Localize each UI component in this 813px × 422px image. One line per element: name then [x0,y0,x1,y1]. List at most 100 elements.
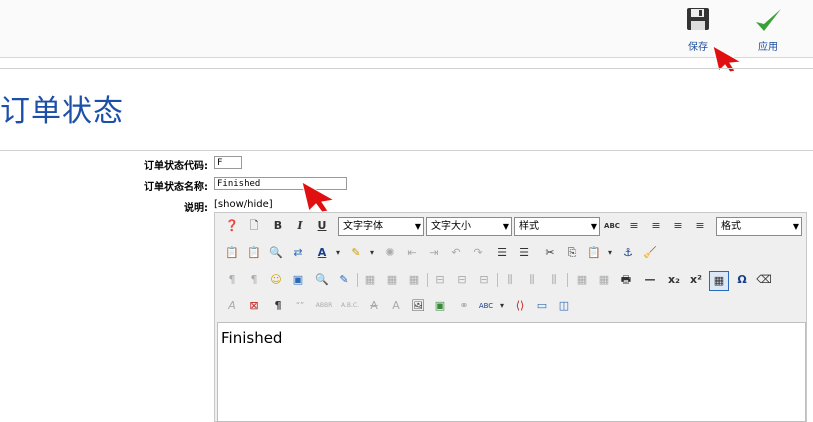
ins-icon[interactable]: A [387,297,405,315]
font-size-select[interactable]: 文字大小 ▼ [426,217,512,236]
outdent-icon[interactable]: ⇤ [403,244,421,262]
chevron-down-icon[interactable]: ▾ [601,244,619,262]
rich-text-editor: ❓ 🗋 B I U 文字字体 ▼ 文字大小 ▼ 样式 ▼ ABC ≡ ≡ ≡ ≡ 格式… [214,212,807,422]
separator [497,273,498,287]
align-justify-icon[interactable]: ≡ [691,217,709,235]
style-select[interactable]: 样式 ▼ [514,217,600,236]
divider [0,68,813,69]
chevron-down-icon: ▼ [792,222,799,231]
chevron-down-icon: ▼ [502,222,509,231]
indent-icon[interactable]: ⇥ [425,244,443,262]
insert-row-before-icon[interactable]: ⊟ [431,271,449,289]
anchor-icon[interactable]: ⚓ [619,244,637,262]
delete-col-icon[interactable]: ⫼ [545,271,563,289]
style-value: 样式 [519,221,539,232]
styles-icon[interactable]: A [223,297,241,315]
underline-icon[interactable]: U [313,217,331,235]
ordered-list-icon[interactable]: ☰ [493,244,511,262]
replace-icon[interactable]: ⇄ [289,244,307,262]
abbr-icon[interactable]: ABBR [315,297,333,315]
print-icon[interactable]: 🖶 [617,271,635,289]
top-toolbar: 保存 应用 [0,0,813,72]
edit-icon[interactable]: ✎ [335,271,353,289]
undo-icon[interactable]: ↶ [447,244,465,262]
fullscreen-icon[interactable]: ▭ [533,297,551,315]
pilcrow-icon[interactable]: ¶ [269,297,287,315]
delete-row-icon[interactable]: ⊟ [475,271,493,289]
split-cells-icon[interactable]: ▦ [573,271,591,289]
format-select[interactable]: 格式 ▼ [716,217,802,236]
new-document-icon[interactable]: 🗋 [245,217,263,235]
floppy-disk-icon [687,8,709,30]
superscript-icon[interactable]: x² [687,271,705,289]
find-icon[interactable]: 🔍 [267,244,285,262]
align-center-icon[interactable]: ≡ [647,217,665,235]
font-family-select[interactable]: 文字字体 ▼ [338,217,424,236]
remove-format-icon[interactable]: ⊠ [245,297,263,315]
acronym-icon[interactable]: A.B.C. [341,297,359,315]
editor-toolbar-row-2: 📋 📋 🔍 ⇄ A ▾ ✎ ▾ ✺ ⇤ ⇥ ↶ ↷ ☰ ☰ ✂ ⎘ 📋 ▾ ⚓ … [219,242,805,264]
divider [0,150,813,151]
spellcheck-icon[interactable]: ABC [603,217,621,235]
show-hide-link[interactable]: [show/hide] [214,199,273,210]
separator [427,273,428,287]
code-label: 订单状态代码: [144,161,208,172]
paste-text-icon[interactable]: 📋 [223,244,241,262]
separator [357,273,358,287]
chevron-down-icon[interactable]: ▾ [329,244,347,262]
table-icon[interactable]: ▦ [709,271,729,291]
insert-col-after-icon[interactable]: ⫼ [523,271,541,289]
merge-cells-icon[interactable]: ▦ [595,271,613,289]
name-label: 订单状态名称: [144,182,208,193]
chevron-down-icon[interactable]: ▾ [493,297,511,315]
special-char-icon[interactable]: Ω [733,271,751,289]
apply-button[interactable]: 应用 [743,4,793,53]
media-icon[interactable]: ▣ [289,271,307,289]
cut-icon[interactable]: ✂ [541,244,559,262]
image-manager-icon[interactable]: 🖼 [409,297,427,315]
page-title: 订单状态 [0,94,124,129]
clean-format-icon[interactable]: 🧹 [641,244,659,262]
del-icon[interactable]: A [365,297,383,315]
paste-word-icon[interactable]: 📋 [245,244,263,262]
insert-col-before-icon[interactable]: ⫼ [501,271,519,289]
checkmark-icon [756,9,781,31]
italic-icon[interactable]: I [291,217,309,235]
chevron-down-icon[interactable]: ▾ [363,244,381,262]
editor-toolbar-row-3: ¶ ¶ ☺ ▣ 🔍 ✎ ▦ ▦ ▦ ⊟ ⊟ ⊟ ⫼ ⫼ ⫼ ▦ ▦ 🖶 — x₂… [219,269,805,291]
apply-label: 应用 [758,42,778,53]
rtl-icon[interactable]: ¶ [245,271,263,289]
hr-icon[interactable]: ✺ [381,244,399,262]
eraser-icon[interactable]: ⌫ [755,271,773,289]
chevron-down-icon: ▼ [590,222,597,231]
row-props-icon[interactable]: ▦ [405,271,423,289]
copy-icon[interactable]: ⎘ [563,244,581,262]
description-label: 说明: [184,203,208,214]
bullet-list-icon[interactable]: ☰ [515,244,533,262]
ltr-icon[interactable]: ¶ [223,271,241,289]
format-value: 格式 [721,221,741,232]
code-icon[interactable]: ⟨⟩ [511,297,529,315]
help-icon[interactable]: ❓ [223,217,241,235]
bold-icon[interactable]: B [269,217,287,235]
table-props-icon[interactable]: ▦ [361,271,379,289]
link-icon[interactable]: ⚭ [455,297,473,315]
horizontal-rule-icon[interactable]: — [641,271,659,289]
layout-icon[interactable]: ◫ [555,297,573,315]
font-family-value: 文字字体 [343,221,383,232]
code-input[interactable]: F [214,156,242,169]
editor-content-area[interactable]: Finished [217,322,806,422]
chevron-down-icon: ▼ [414,222,421,231]
cell-props-icon[interactable]: ▦ [383,271,401,289]
insert-row-after-icon[interactable]: ⊟ [453,271,471,289]
editor-toolbar-row-1: ❓ 🗋 B I U 文字字体 ▼ 文字大小 ▼ 样式 ▼ ABC ≡ ≡ ≡ ≡ 格式… [219,215,805,237]
subscript-icon[interactable]: x₂ [665,271,683,289]
align-right-icon[interactable]: ≡ [669,217,687,235]
preview-icon[interactable]: 🔍 [313,271,331,289]
image-icon[interactable]: ▣ [431,297,449,315]
emoticon-icon[interactable]: ☺ [267,271,285,289]
redo-icon[interactable]: ↷ [469,244,487,262]
align-left-icon[interactable]: ≡ [625,217,643,235]
separator [567,273,568,287]
quote-icon[interactable]: “” [291,297,309,315]
